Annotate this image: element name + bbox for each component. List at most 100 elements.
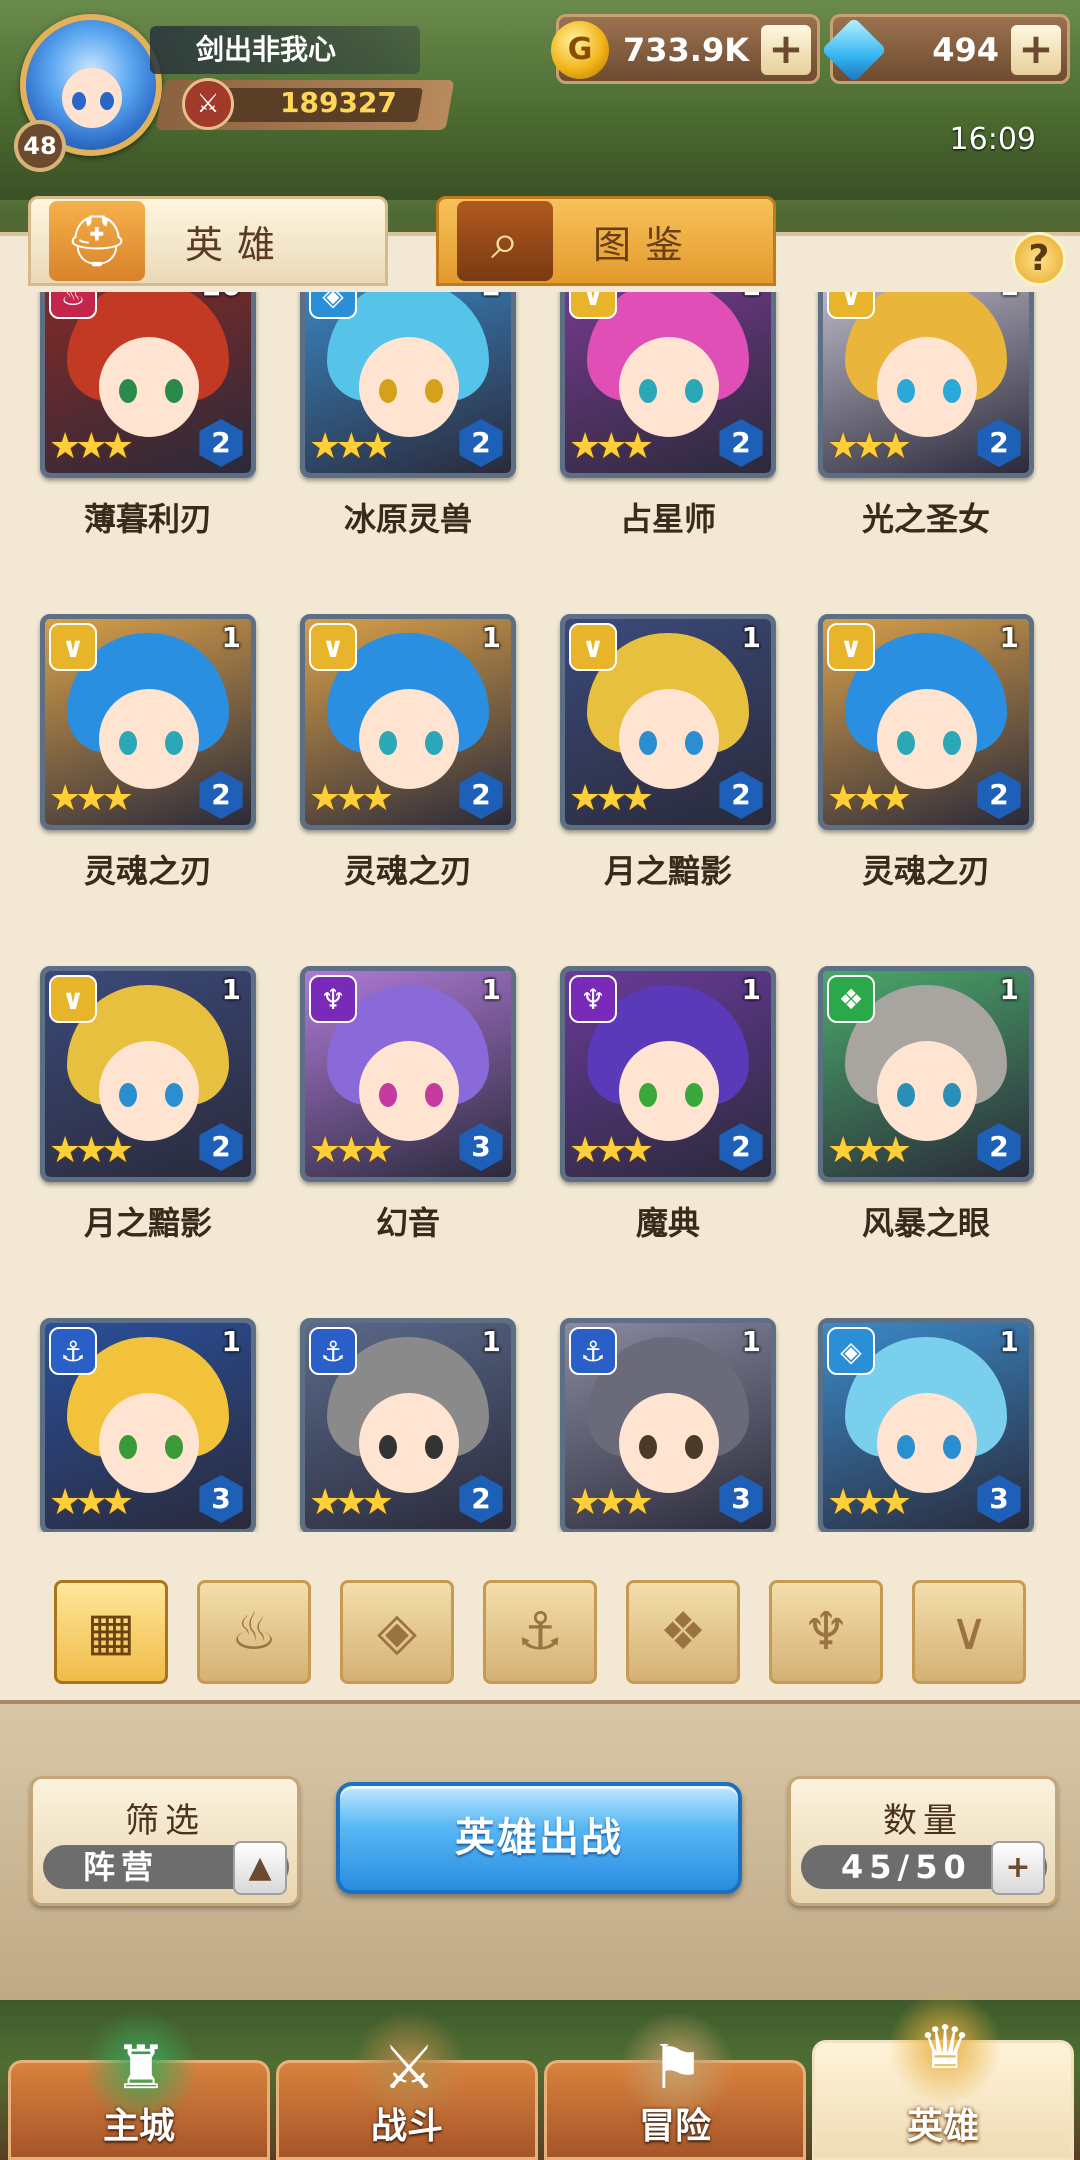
hero-portrait: ◈2★★★2 [300, 292, 516, 478]
nav-label: 战斗 [370, 2106, 443, 2147]
hero-card[interactable]: ∨ 1 ★★★ 2 灵魂之刃 [40, 614, 256, 892]
hero-card[interactable]: ∨1★★★2占星师 [560, 292, 776, 540]
hero-portrait: ◈ 1 ★★★ 3 [818, 1318, 1034, 1532]
star-icon: ★ [101, 426, 134, 467]
nav-hero-crest[interactable]: ♛ 英雄 [812, 1993, 1074, 2160]
hero-stars: ★★★ [569, 426, 654, 467]
hero-card[interactable]: ∨ 1 ★★★ 2 灵魂之刃 [300, 614, 516, 892]
hero-card[interactable]: ❖ 1 ★★★ 2 风暴之眼 [818, 966, 1034, 1244]
star-icon: ★ [309, 778, 341, 819]
filter-flame-icon[interactable]: ♨ [197, 1580, 311, 1684]
star-icon: ★ [879, 1130, 912, 1171]
hero-card[interactable]: ⚓ 1 ★★★ 2 [300, 1318, 516, 1532]
nav-map[interactable]: ⚑ 冒险 [544, 2013, 806, 2160]
star-icon: ★ [101, 778, 134, 819]
hero-card[interactable]: ◈2★★★2冰原灵兽 [300, 292, 516, 540]
filter-beast-icon[interactable]: ❖ [626, 1580, 740, 1684]
filter-horns-icon[interactable]: ♆ [769, 1580, 883, 1684]
hero-stars: ★★★ [827, 1482, 912, 1523]
star-icon: ★ [621, 1130, 654, 1171]
hero-eye [165, 1083, 183, 1107]
hero-card[interactable]: ∨1★★★2光之圣女 [818, 292, 1034, 540]
hero-stars: ★★★ [309, 1130, 394, 1171]
hero-eye [639, 731, 657, 755]
hero-card[interactable]: ⚓ 1 ★★★ 3 [560, 1318, 776, 1532]
tab-heroes[interactable]: ⛑ 英雄 [28, 196, 388, 286]
hero-portrait: ♆ 1 ★★★ 2 [560, 966, 776, 1182]
hero-card[interactable]: ◈ 1 ★★★ 3 [818, 1318, 1034, 1532]
count-card: 数量 45/50 + [788, 1776, 1058, 1906]
nav-crossed-swords[interactable]: ⚔ 战斗 [276, 2013, 538, 2160]
hero-eye [379, 1083, 397, 1107]
star-icon: ★ [49, 426, 81, 467]
tab-heroes-label: 英雄 [185, 222, 290, 267]
hero-portrait: ♨20★★★2 [40, 292, 256, 478]
hero-rank: 1 [1000, 292, 1019, 302]
hero-eye [639, 379, 657, 403]
hero-card[interactable]: ∨ 1 ★★★ 2 月之黯影 [560, 614, 776, 892]
hero-face [99, 1041, 199, 1141]
hero-eye [425, 1435, 443, 1459]
star-icon: ★ [569, 1130, 601, 1171]
hero-rank: 1 [481, 1325, 501, 1358]
nav-label: 冒险 [638, 2106, 711, 2147]
star-icon: ★ [309, 1130, 341, 1171]
hero-card[interactable]: ∨ 1 ★★★ 2 灵魂之刃 [818, 614, 1034, 892]
add-gems-button[interactable]: + [1011, 25, 1061, 75]
hero-name: 灵魂之刃 [343, 852, 472, 890]
hero-eye [943, 379, 961, 403]
nav-castle[interactable]: ♜ 主城 [8, 2013, 270, 2160]
hero-card[interactable]: ♨20★★★2薄暮利刃 [40, 292, 256, 540]
hero-portrait: ⚓ 1 ★★★ 3 [40, 1318, 256, 1532]
filter-toggle-button[interactable]: ▲ [233, 1841, 287, 1895]
star-icon: ★ [361, 1482, 394, 1523]
star-icon: ★ [75, 1482, 107, 1523]
filter-diamond-icon[interactable]: ◈ [340, 1580, 454, 1684]
hero-eye [165, 379, 183, 403]
hero-eye [897, 379, 915, 403]
anchor-icon: ⚓ [49, 1327, 97, 1375]
help-button[interactable]: ? [1012, 232, 1066, 286]
gem-resource: 494 + [821, 14, 1070, 84]
power-sword-icon: ⚔ [182, 78, 234, 130]
diamond-icon: ◈ [827, 1327, 875, 1375]
hero-portrait: ⚓ 1 ★★★ 2 [300, 1318, 516, 1532]
hero-name: 幻音 [375, 1204, 440, 1242]
hero-stars: ★★★ [309, 426, 394, 467]
star-icon: ★ [595, 1482, 627, 1523]
expand-slots-button[interactable]: + [991, 1841, 1045, 1895]
filter-anchor-icon[interactable]: ⚓ [483, 1580, 597, 1684]
add-gold-button[interactable]: + [761, 25, 811, 75]
anchor-icon: ⚓ [309, 1327, 357, 1375]
hero-rank: 2 [482, 292, 501, 302]
hero-portrait: ∨1★★★2 [40, 614, 256, 830]
hero-eye [119, 379, 137, 403]
hero-card[interactable]: ♆ 1 ★★★ 3 幻音 [300, 966, 516, 1244]
hero-face [877, 337, 977, 437]
hero-card[interactable]: ⚓ 1 ★★★ 3 [40, 1318, 256, 1532]
star-icon: ★ [569, 778, 601, 819]
hero-face [99, 337, 199, 437]
hero-card[interactable]: ∨ 1 ★★★ 2 月之黯影 [40, 966, 256, 1244]
deploy-heroes-button[interactable]: 英雄出战 [336, 1782, 742, 1894]
hero-eye [165, 731, 183, 755]
hero-card[interactable]: ♆ 1 ★★★ 2 魔典 [560, 966, 776, 1244]
magnifier-icon: ⌕ [457, 201, 553, 281]
star-icon: ★ [309, 426, 341, 467]
hero-face [359, 1393, 459, 1493]
hero-rank: 1 [221, 621, 241, 654]
tab-codex[interactable]: ⌕ 图鉴 [436, 196, 776, 286]
hero-eye [165, 1435, 183, 1459]
hero-stars: ★★★ [827, 426, 912, 467]
star-icon: ★ [853, 1130, 885, 1171]
hero-rank: 1 [999, 1325, 1019, 1358]
filter-card: 筛选 阵营 ▲ [30, 1776, 300, 1906]
filter-grid-icon[interactable]: ▦ [54, 1580, 168, 1684]
star-icon: ★ [335, 1130, 367, 1171]
filter-chevron-icon[interactable]: ∨ [912, 1580, 1026, 1684]
hero-face [619, 337, 719, 437]
horns-icon: ♆ [569, 975, 617, 1023]
hero-face [359, 1041, 459, 1141]
hero-face [877, 1393, 977, 1493]
count-title: 数量 [883, 1801, 963, 1841]
